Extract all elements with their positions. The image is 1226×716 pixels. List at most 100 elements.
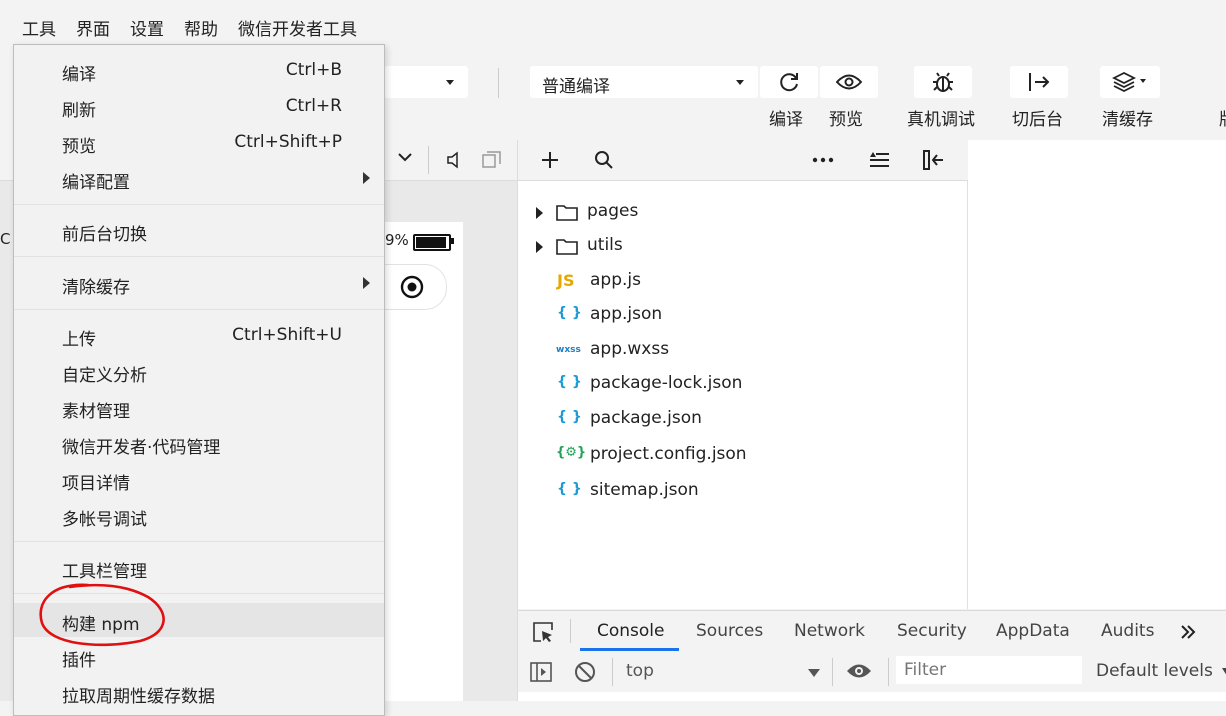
file-app-js[interactable]: JS app.js [518,266,967,296]
annotation-circle [39,583,165,647]
menu-separator [14,309,384,310]
menu-item-shortcut: Ctrl+B [285,60,342,80]
file-app-wxss[interactable]: wxss app.wxss [518,335,967,365]
tab-appdata[interactable]: AppData [996,621,1070,641]
inspect-element-icon[interactable] [532,621,554,643]
console-filter-bar: top Default levels [518,652,1226,692]
menu-help[interactable]: 帮助 [184,15,218,40]
menu-item-label: 清除缓存 [62,278,130,298]
menu-item-preview[interactable]: 预览 Ctrl+Shift+P [14,125,384,159]
eye-icon[interactable] [846,662,872,680]
sidebar-toggle-icon[interactable] [530,661,552,683]
devtools-tabbar: Console Sources Network Security AppData… [518,610,1226,653]
collapse-list-icon[interactable] [868,151,890,169]
menu-wechat-devtools[interactable]: 微信开发者工具 [238,15,357,40]
log-levels-select[interactable]: Default levels [1096,661,1226,681]
file-app-json[interactable]: { } app.json [518,300,967,330]
menu-item-fetch-periodic-cache[interactable]: 拉取周期性缓存数据 [14,675,384,709]
split-panel-icon[interactable] [922,149,944,171]
search-icon[interactable] [594,150,614,170]
chevron-right-icon [536,241,543,253]
menu-item-project-details[interactable]: 项目详情 [14,462,384,496]
menu-bar: 工具 界面 设置 帮助 微信开发者工具 [0,0,1226,44]
refresh-icon [780,73,798,92]
file-name: project.config.json [590,444,747,464]
file-sitemap-json[interactable]: { } sitemap.json [518,476,967,506]
more-icon[interactable] [812,157,834,163]
compile-mode-select[interactable]: 普通编译 [530,66,758,98]
menu-item-compile-config[interactable]: 编译配置 [14,161,384,195]
divider [888,658,889,686]
chevron-down-icon [1222,668,1226,676]
tab-sources[interactable]: Sources [696,621,763,641]
file-name: package-lock.json [590,373,743,393]
truncated-toolbar-item: 版 [1219,105,1226,127]
switch-background-icon [1029,73,1050,91]
console-output [518,692,1226,701]
folder-icon [556,239,578,255]
preview-button[interactable] [820,66,878,98]
menu-item-code-management[interactable]: 微信开发者·代码管理 [14,426,384,460]
menu-item-label: 前后台切换 [62,225,147,245]
switch-background-button[interactable] [1010,66,1068,98]
file-project-config-json[interactable]: {⚙} project.config.json [518,440,967,470]
record-icon[interactable] [400,275,424,299]
tab-audits[interactable]: Audits [1101,621,1154,641]
menu-item-label: 自定义分析 [62,366,147,386]
menu-item-shortcut: Ctrl+R [285,96,342,116]
folder-utils[interactable]: utils [518,231,967,261]
add-icon[interactable] [540,150,560,170]
menu-separator [14,541,384,542]
menu-item-foreground-background[interactable]: 前后台切换 [14,213,384,247]
menu-item-clear-cache[interactable]: 清除缓存 [14,266,384,300]
menu-item-upload[interactable]: 上传 Ctrl+Shift+U [14,318,384,352]
tab-security[interactable]: Security [897,621,967,641]
menu-item-compile[interactable]: 编译 Ctrl+B [14,53,384,87]
menu-item-refresh[interactable]: 刷新 Ctrl+R [14,89,384,123]
compile-mode-value: 普通编译 [542,77,610,97]
filter-input[interactable] [896,656,1082,684]
submenu-arrow-icon [363,172,370,184]
divider [570,619,571,643]
compile-button[interactable] [760,66,818,98]
remote-debug-button[interactable] [914,66,972,98]
menu-item-label: 编译配置 [62,173,130,193]
editor-area [968,140,1226,609]
file-package-json[interactable]: { } package.json [518,404,967,434]
explorer-toolbar [518,140,968,181]
file-name: app.js [590,270,641,290]
file-name: package.json [590,408,702,428]
divider [832,658,833,686]
menu-item-asset-management[interactable]: 素材管理 [14,390,384,424]
clear-console-icon[interactable] [574,661,596,683]
clear-cache-button[interactable] [1100,66,1160,98]
compile-label: 编译 [769,110,803,130]
speaker-icon[interactable] [446,151,462,169]
file-name: app.json [590,304,663,324]
window-icon[interactable] [482,151,502,169]
battery-percent: 9% [385,231,409,249]
context-select[interactable]: top [626,658,822,686]
menu-item-shortcut: Ctrl+Shift+U [232,325,342,345]
file-package-lock-json[interactable]: { } package-lock.json [518,369,967,399]
chevron-down-icon[interactable] [398,152,412,162]
truncated-text: C [0,230,11,248]
menu-tools[interactable]: 工具 [22,15,56,40]
folder-icon [556,205,578,221]
menu-item-multi-account-debug[interactable]: 多帐号调试 [14,498,384,532]
file-explorer: pages utils JS app.js { } app.json wxss … [518,181,968,609]
folder-pages[interactable]: pages [518,197,967,227]
menu-interface[interactable]: 界面 [76,15,110,40]
chevron-down-icon [736,80,744,85]
more-tabs-icon[interactable] [1180,625,1196,639]
phone-screen: 9% [365,222,463,701]
menu-settings[interactable]: 设置 [130,15,164,40]
tab-console[interactable]: Console [597,621,665,641]
device-select[interactable] [384,66,468,98]
menu-item-label: 预览 [62,137,96,157]
menu-item-label: 拉取周期性缓存数据 [62,687,215,707]
divider [612,658,613,686]
menu-separator [14,256,384,257]
tab-network[interactable]: Network [794,621,865,641]
menu-item-custom-analysis[interactable]: 自定义分析 [14,354,384,388]
